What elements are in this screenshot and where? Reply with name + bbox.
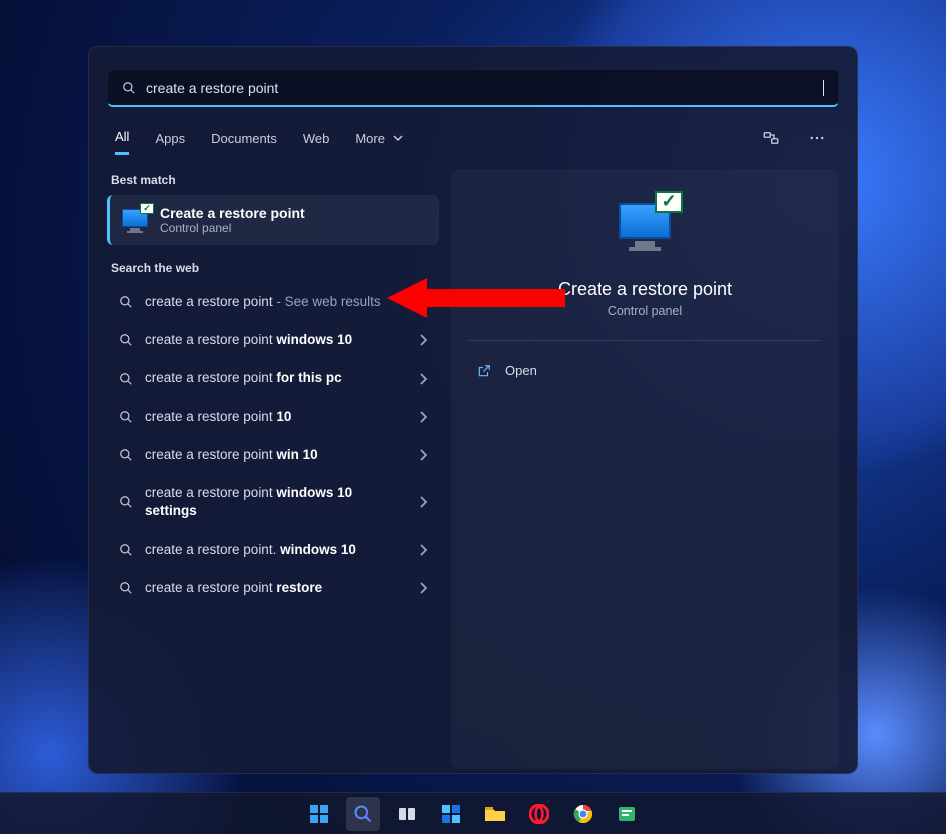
chevron-right-icon <box>419 296 427 308</box>
filter-tabs: All Apps Documents Web More <box>115 121 831 155</box>
preview-divider <box>469 340 821 341</box>
taskbar-app-green[interactable] <box>610 797 644 831</box>
taskbar <box>0 792 946 834</box>
chevron-right-icon <box>419 582 427 594</box>
taskbar-task-view[interactable] <box>390 797 424 831</box>
web-result-text: create a restore point 10 <box>145 408 407 426</box>
search-icon <box>119 333 133 347</box>
web-result-text: create a restore point win 10 <box>145 446 407 464</box>
web-result[interactable]: create a restore point restore <box>107 569 439 607</box>
web-result[interactable]: create a restore point. windows 10 <box>107 531 439 569</box>
web-result-text: create a restore point windows 10 settin… <box>145 484 407 520</box>
best-match-title: Create a restore point <box>160 205 427 221</box>
web-result-text: create a restore point. windows 10 <box>145 541 407 559</box>
preview-action-open[interactable]: Open <box>469 355 821 386</box>
preview-restore-point-icon <box>619 203 671 291</box>
search-icon <box>119 581 133 595</box>
tab-apps[interactable]: Apps <box>155 123 185 154</box>
best-match-label: Best match <box>111 173 439 187</box>
chevron-right-icon <box>419 449 427 461</box>
search-icon <box>119 372 133 386</box>
more-options-icon[interactable] <box>803 124 831 152</box>
web-result[interactable]: create a restore point for this pc <box>107 359 439 397</box>
web-result-text: create a restore point restore <box>145 579 407 597</box>
text-caret <box>823 80 824 96</box>
web-result[interactable]: create a restore point - See web results <box>107 283 439 321</box>
search-web-label: Search the web <box>111 261 439 275</box>
web-result[interactable]: create a restore point win 10 <box>107 436 439 474</box>
taskbar-start[interactable] <box>302 797 336 831</box>
results-column: Best match Create a restore point Contro… <box>107 169 439 769</box>
search-icon <box>119 410 133 424</box>
web-result-text: create a restore point - See web results <box>145 293 407 311</box>
chevron-right-icon <box>419 544 427 556</box>
preview-subtitle: Control panel <box>469 304 821 318</box>
tab-more[interactable]: More <box>355 123 402 154</box>
best-match-subtitle: Control panel <box>160 221 427 235</box>
taskbar-chrome[interactable] <box>566 797 600 831</box>
best-match-result[interactable]: Create a restore point Control panel <box>107 195 439 245</box>
tab-web[interactable]: Web <box>303 123 330 154</box>
open-external-icon <box>477 364 491 378</box>
search-icon <box>119 448 133 462</box>
chevron-right-icon <box>419 373 427 385</box>
web-result[interactable]: create a restore point windows 10 settin… <box>107 474 439 530</box>
search-icon <box>119 543 133 557</box>
web-result-text: create a restore point windows 10 <box>145 331 407 349</box>
search-icon <box>122 81 136 95</box>
tab-all[interactable]: All <box>115 121 129 155</box>
start-search-panel: All Apps Documents Web More Best match <box>88 46 858 774</box>
taskbar-widgets[interactable] <box>434 797 468 831</box>
web-result[interactable]: create a restore point 10 <box>107 398 439 436</box>
chevron-right-icon <box>419 334 427 346</box>
search-icon <box>119 495 133 509</box>
preview-pane: Create a restore point Control panel Ope… <box>451 169 839 769</box>
chevron-right-icon <box>419 411 427 423</box>
preview-action-label: Open <box>505 363 537 378</box>
search-icon <box>119 295 133 309</box>
tab-more-label: More <box>355 131 385 146</box>
taskbar-file-explorer[interactable] <box>478 797 512 831</box>
search-box[interactable] <box>107 69 839 107</box>
restore-point-icon <box>122 209 148 231</box>
search-input[interactable] <box>146 80 813 96</box>
web-result-text: create a restore point for this pc <box>145 369 407 387</box>
tab-documents[interactable]: Documents <box>211 123 277 154</box>
connect-devices-icon[interactable] <box>757 124 785 152</box>
taskbar-opera[interactable] <box>522 797 556 831</box>
taskbar-search[interactable] <box>346 797 380 831</box>
chevron-right-icon <box>419 496 427 508</box>
web-result[interactable]: create a restore point windows 10 <box>107 321 439 359</box>
